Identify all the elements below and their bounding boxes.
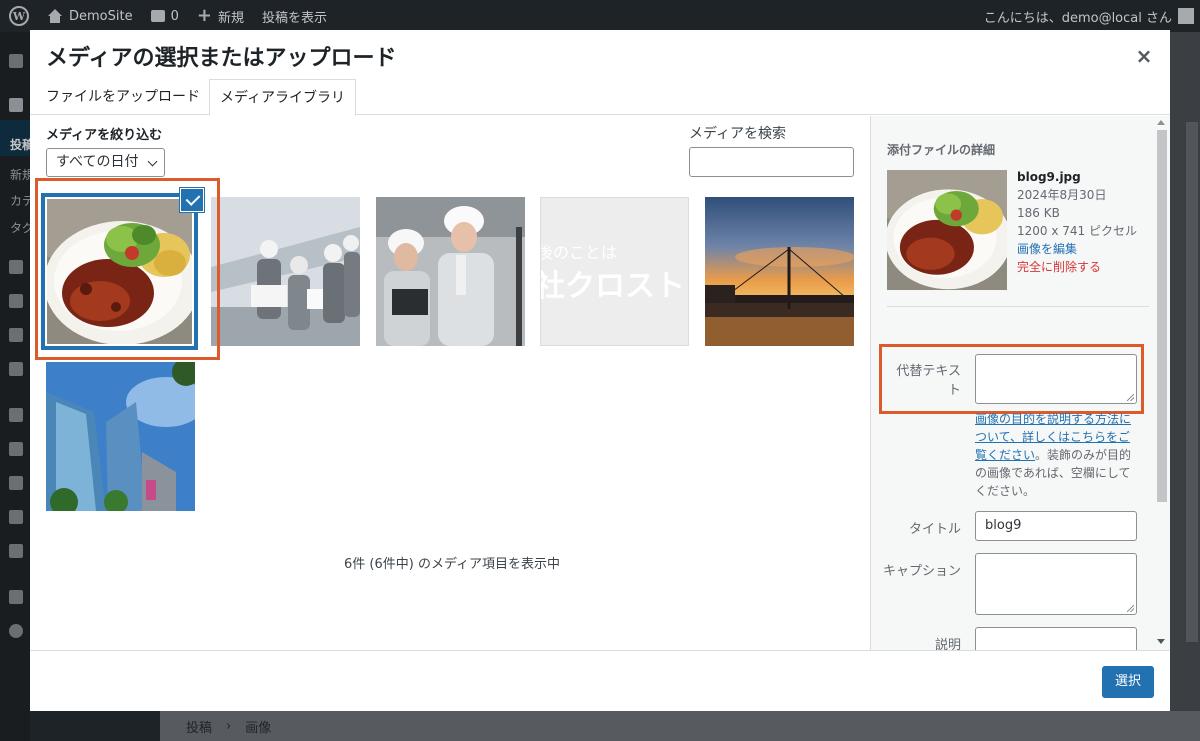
media-icon[interactable] — [9, 260, 23, 274]
greeting: こんにちは、demo@local さん — [983, 10, 1172, 26]
modal-footer: 選択 — [30, 650, 1170, 711]
watermark-line-2: 社クロスト — [541, 269, 685, 304]
background-right — [1170, 32, 1200, 741]
background-breadcrumb: 投稿 › 画像 — [160, 711, 1200, 741]
details-filename: blog9.jpg — [1017, 170, 1081, 184]
sidebar-item-posts[interactable]: 投稿 — [10, 136, 30, 153]
filter-label: メディアを絞り込む — [46, 128, 163, 143]
comments-link[interactable]: 0 — [142, 0, 188, 32]
wordpress-icon: W — [9, 6, 29, 26]
home-menu-icon[interactable] — [9, 590, 23, 604]
chevron-down-icon — [147, 156, 158, 167]
details-scrollbar[interactable] — [1157, 130, 1167, 502]
workers-tablet-image — [376, 197, 525, 346]
details-info: blog9.jpg 2024年8月30日 186 KB 1200 x 741 ピ… — [1017, 168, 1137, 276]
pages-icon[interactable] — [9, 294, 23, 308]
details-divider — [887, 306, 1149, 307]
alt-text-help: 画像の目的を説明する方法について、詳しくはこちらをご覧ください。装飾のみが目的の… — [975, 410, 1137, 500]
title-field[interactable]: blog9 — [975, 511, 1137, 541]
sidebar-item-categories[interactable]: カテ — [10, 192, 30, 209]
collapse-menu-icon[interactable] — [9, 624, 23, 638]
admin-sidebar: 投稿 新規 カテ タグ — [0, 32, 30, 741]
description-field[interactable] — [975, 627, 1137, 650]
site-name: DemoSite — [69, 8, 133, 24]
view-post-label: 投稿を表示 — [261, 10, 327, 26]
title-label: タイトル — [908, 522, 961, 537]
watermark-line-1: 後のことは — [541, 243, 617, 262]
media-item-workers-plans[interactable] — [211, 197, 360, 346]
comment-icon — [150, 10, 165, 22]
plus-icon: + — [196, 5, 212, 26]
background-scrollbar — [1186, 122, 1198, 642]
search-label: メディアを検索 — [689, 126, 787, 142]
tools-icon[interactable] — [9, 510, 23, 524]
search-input[interactable] — [689, 147, 854, 177]
account-menu[interactable]: こんにちは、demo@local さん — [984, 7, 1200, 26]
media-item-bridge-sunset[interactable] — [705, 197, 854, 346]
plugins-icon[interactable] — [9, 442, 23, 456]
details-dimensions: 1200 x 741 ピクセル — [1017, 224, 1137, 238]
edit-image-link[interactable]: 画像を編集 — [1017, 240, 1137, 258]
media-item-workers-tablet[interactable] — [376, 197, 525, 346]
users-icon[interactable] — [9, 476, 23, 490]
details-thumbnail — [887, 170, 1007, 290]
pin-icon[interactable] — [9, 98, 23, 112]
date-filter-select[interactable]: すべての日付 — [46, 148, 165, 177]
media-count-text: 6件 (6件中) のメディア項目を表示中 — [344, 557, 561, 572]
select-button[interactable]: 選択 — [1102, 666, 1154, 698]
admin-bar: W DemoSite 0 + 新規 投稿を表示 こんにちは、demo@local… — [0, 0, 1200, 32]
tab-upload-files[interactable]: ファイルをアップロード — [36, 79, 210, 115]
title-value: blog9 — [985, 518, 1022, 533]
close-icon[interactable]: × — [1132, 44, 1156, 68]
sidebar-item-new[interactable]: 新規 — [10, 166, 30, 183]
breadcrumb-posts: 投稿 — [186, 720, 213, 736]
bridge-sunset-image — [705, 197, 854, 346]
caption-label: キャプション — [882, 564, 961, 579]
description-label: 説明 — [934, 638, 961, 650]
details-filesize: 186 KB — [1017, 206, 1060, 220]
highlight-selected-media — [35, 178, 220, 360]
mail-icon[interactable] — [9, 362, 23, 376]
settings-icon[interactable] — [9, 544, 23, 558]
modal-title: メディアの選択またはアップロード — [46, 46, 397, 71]
caption-field[interactable] — [975, 553, 1137, 615]
view-post-link[interactable]: 投稿を表示 — [253, 0, 336, 32]
highlight-alt-text — [879, 344, 1144, 414]
sidebar-item-tags[interactable]: タグ — [10, 219, 30, 236]
home-icon — [47, 9, 63, 23]
comments-icon[interactable] — [9, 328, 23, 342]
breadcrumb-separator: › — [226, 718, 232, 734]
media-item-buildings[interactable] — [46, 362, 195, 511]
tab-media-library[interactable]: メディアライブラリ — [209, 79, 357, 116]
details-date: 2024年8月30日 — [1017, 188, 1107, 202]
appearance-icon[interactable] — [9, 408, 23, 422]
delete-permanently-link[interactable]: 完全に削除する — [1017, 258, 1137, 276]
scroll-up-icon[interactable] — [1157, 120, 1165, 125]
media-modal: メディアの選択またはアップロード × ファイルをアップロード メディアライブラリ… — [30, 30, 1170, 711]
watermark-image: 後のことは 社クロスト — [541, 198, 688, 345]
attachment-details-panel: 添付ファイルの詳細 blog9.jpg 2024年8月30日 186 KB 12… — [870, 116, 1170, 650]
new-label: 新規 — [217, 10, 244, 26]
media-item-company-logo[interactable]: 後のことは 社クロスト — [540, 197, 689, 346]
buildings-image — [46, 362, 195, 511]
scroll-down-icon[interactable] — [1157, 639, 1165, 644]
site-name-link[interactable]: DemoSite — [38, 0, 142, 32]
food-plate-thumbnail — [887, 170, 1007, 290]
avatar — [1178, 8, 1194, 24]
comments-count: 0 — [170, 8, 179, 24]
new-content-link[interactable]: + 新規 — [188, 0, 253, 32]
details-heading: 添付ファイルの詳細 — [887, 143, 996, 157]
date-filter-value: すべての日付 — [56, 154, 139, 170]
dashboard-icon[interactable] — [9, 54, 23, 68]
workers-image — [211, 197, 360, 346]
wordpress-logo[interactable]: W — [0, 0, 38, 32]
modal-tabs: ファイルをアップロード メディアライブラリ — [30, 79, 1170, 116]
breadcrumb-images: 画像 — [245, 720, 272, 736]
